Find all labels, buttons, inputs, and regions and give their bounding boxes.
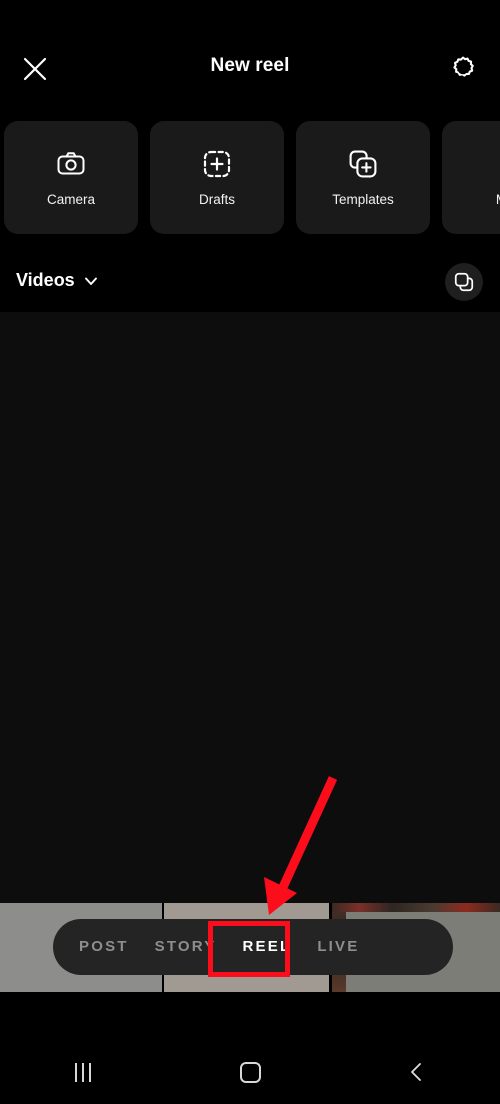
app-header: New reel [0,0,500,112]
card-camera-label: Camera [46,191,95,207]
chevron-down-icon [84,277,97,285]
card-templates[interactable]: Templates [296,121,430,234]
recents-button[interactable] [0,1040,167,1104]
quick-action-cards[interactable]: Camera Drafts Templates [0,121,500,234]
media-type-dropdown[interactable]: Videos [16,270,99,291]
card-camera[interactable]: Camera [4,121,138,234]
gear-icon [453,56,474,77]
android-navigation-bar [0,1040,500,1104]
thumbnail-image-band [331,903,500,912]
home-button[interactable] [167,1040,334,1104]
instagram-new-reel-screen: New reel Camera Drafts Templates Videos … [0,0,500,1104]
dashed-square-plus-icon [202,149,232,179]
recents-icon [75,1062,92,1082]
home-icon [239,1061,261,1083]
gallery-filter-row: Videos [0,260,500,312]
back-icon [410,1063,421,1081]
mode-live[interactable]: LIVE [304,919,372,975]
back-button[interactable] [333,1040,500,1104]
card-templates-label: Templates [332,191,394,207]
multi-select-button[interactable] [445,263,483,301]
card-drafts-label: Drafts [198,191,235,207]
made-for-you-icon [494,149,500,179]
settings-button[interactable] [442,48,484,90]
camera-icon [56,149,86,179]
mode-reel[interactable]: REEL [230,919,305,975]
mode-post[interactable]: POST [66,919,142,975]
multi-select-icon [454,272,474,292]
card-made-for-you-label: Mad [496,193,500,207]
card-drafts[interactable]: Drafts [150,121,284,234]
card-made-for-you[interactable]: Mad [442,121,500,234]
capture-mode-selector[interactable]: POST STORY REEL LIVE [53,919,453,975]
media-type-label: Videos [16,270,75,290]
stacked-squares-plus-icon [348,149,378,179]
media-gallery-grid[interactable] [0,312,500,903]
page-title: New reel [210,55,290,76]
mode-story[interactable]: STORY [142,919,230,975]
